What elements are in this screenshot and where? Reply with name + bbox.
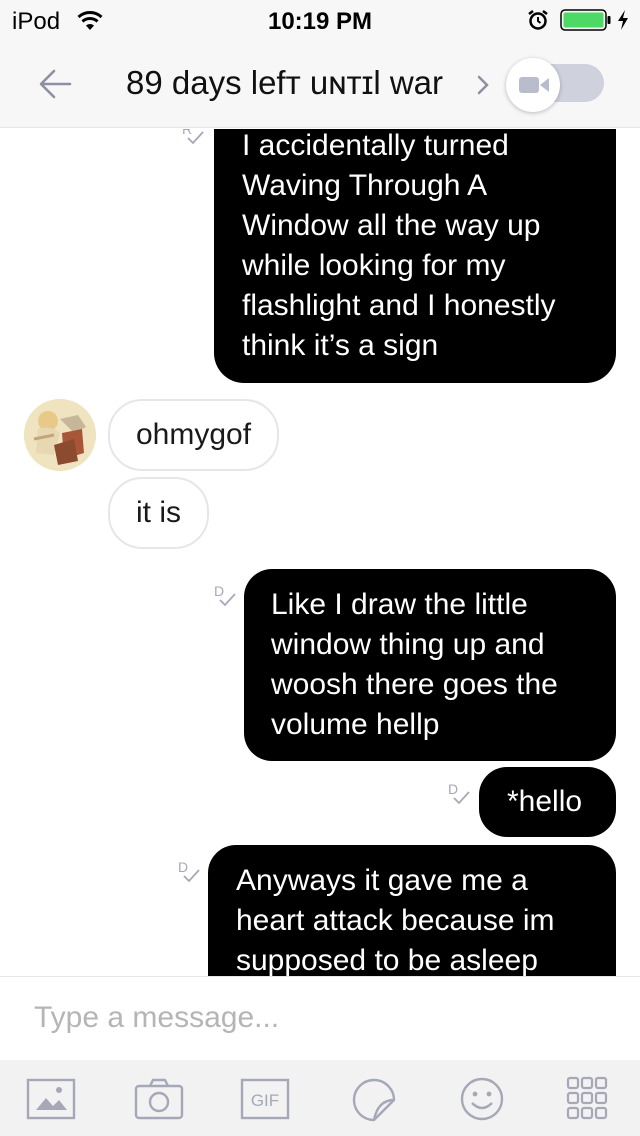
camera-icon xyxy=(134,1078,184,1120)
back-button[interactable] xyxy=(30,62,82,106)
gif-button[interactable]: GIF xyxy=(240,1076,290,1122)
message-text-line: while looking for my xyxy=(242,249,506,282)
message-text-line: I accidentally turned xyxy=(242,129,509,162)
image-icon xyxy=(26,1078,76,1120)
receipt-letter: D xyxy=(178,859,188,875)
message-bubble-outgoing[interactable]: Like I draw the little window thing up a… xyxy=(244,569,616,761)
message-text-line: flashlight and I honestly xyxy=(242,289,556,322)
message-bubble-incoming[interactable]: ohmygof xyxy=(108,399,280,471)
read-receipt-icon: R xyxy=(180,129,208,156)
contact-avatar[interactable] xyxy=(24,399,96,471)
emoji-icon xyxy=(460,1077,504,1121)
gif-icon: GIF xyxy=(240,1078,290,1120)
read-receipt-icon: D xyxy=(176,859,204,894)
receipt-letter: D xyxy=(448,781,458,797)
message-input[interactable] xyxy=(34,995,604,1041)
read-receipt-icon: D xyxy=(212,583,240,618)
message-text-line: it is xyxy=(136,496,181,529)
message-text-line: Anyways it gave me a xyxy=(236,864,528,897)
video-camera-icon xyxy=(518,73,550,102)
apps-grid-button[interactable] xyxy=(566,1076,616,1122)
message-text-line: think it’s a sign xyxy=(242,329,439,362)
conversation-title[interactable]: 89 days lefᴛ uɴᴛɪl war xyxy=(126,64,443,102)
message-bubble-incoming[interactable]: it is xyxy=(108,477,209,549)
receipt-letter: D xyxy=(214,583,224,599)
attachment-toolbar: GIF xyxy=(0,1060,640,1136)
message-text-line: *hello xyxy=(507,785,583,818)
message-text-line: window thing up and xyxy=(271,628,545,661)
sticker-button[interactable] xyxy=(350,1076,400,1122)
emoji-button[interactable] xyxy=(457,1076,507,1122)
message-bubble-outgoing[interactable]: Anyways it gave me a heart attack becaus… xyxy=(208,845,616,976)
message-text-line: volume hellp xyxy=(271,708,440,741)
alarm-icon xyxy=(527,9,549,36)
message-text-line: woosh there goes the xyxy=(271,668,558,701)
message-bubble-outgoing[interactable]: I accidentally turned Waving Through A W… xyxy=(214,129,616,383)
back-arrow-icon xyxy=(39,69,72,99)
message-text-line: Like I draw the little xyxy=(271,588,528,621)
message-text-line: ohmygof xyxy=(136,418,252,451)
message-text-line: supposed to be asleep xyxy=(236,944,538,976)
chevron-right-icon[interactable] xyxy=(476,73,490,102)
video-call-toggle[interactable] xyxy=(506,58,604,112)
status-bar: iPod 10:19 PM xyxy=(0,0,640,40)
charging-icon xyxy=(616,9,630,36)
gif-label: GIF xyxy=(251,1091,279,1110)
message-composer xyxy=(0,976,640,1060)
message-text-line: Waving Through A xyxy=(242,169,488,202)
message-bubble-outgoing[interactable]: *hello xyxy=(479,767,616,837)
message-text-line: heart attack because im xyxy=(236,904,555,937)
receipt-letter: R xyxy=(182,129,192,137)
sticker-icon xyxy=(352,1078,396,1122)
apps-grid-icon xyxy=(566,1076,608,1120)
video-toggle-knob xyxy=(506,58,560,112)
camera-button[interactable] xyxy=(134,1076,184,1122)
message-text-line: Window all the way up xyxy=(242,209,541,242)
read-receipt-icon: D xyxy=(446,781,474,816)
battery-icon xyxy=(560,9,612,36)
message-list[interactable]: R I accidentally turned Waving Through A… xyxy=(0,129,640,976)
image-button[interactable] xyxy=(26,1076,76,1122)
conversation-header: 89 days lefᴛ uɴᴛɪl war xyxy=(0,40,640,128)
